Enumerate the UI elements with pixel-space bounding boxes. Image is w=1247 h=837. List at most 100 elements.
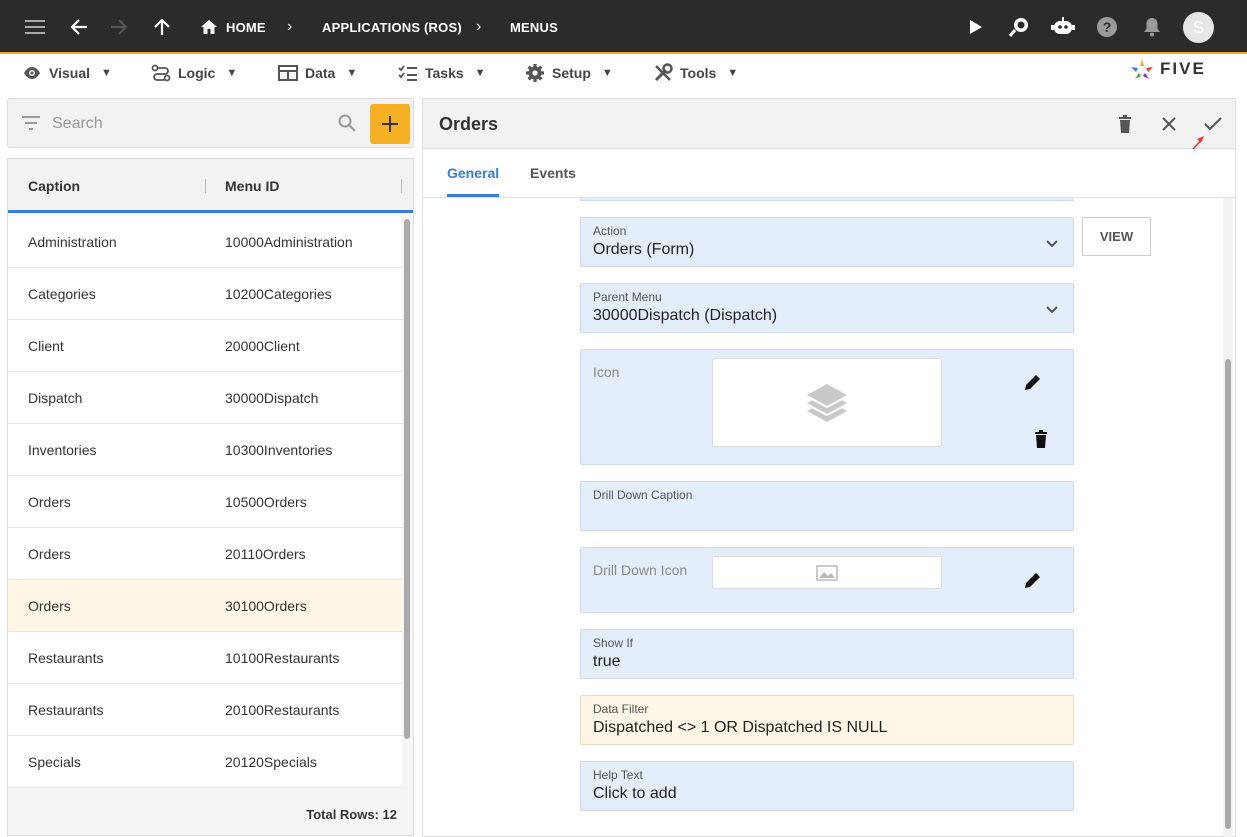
- show-if-field[interactable]: Show If true: [580, 629, 1074, 679]
- table-row[interactable]: Restaurants 10100Restaurants: [8, 632, 402, 684]
- row-menu-id: 10000Administration: [225, 234, 353, 250]
- parent-menu-field[interactable]: Parent Menu 30000Dispatch (Dispatch): [580, 283, 1074, 333]
- menu-logic[interactable]: Logic ▼: [151, 62, 237, 84]
- table-row[interactable]: Inventories 10300Inventories: [8, 424, 402, 476]
- svg-text:?: ?: [1103, 19, 1112, 35]
- row-caption: Specials: [28, 754, 81, 770]
- table-row[interactable]: Orders 30100Orders: [8, 580, 402, 632]
- user-avatar[interactable]: S: [1183, 12, 1214, 43]
- search-bar: [7, 98, 414, 148]
- menu-tools[interactable]: Tools ▼: [653, 62, 738, 84]
- list-rows: Administration 10000Administration Categor…: [8, 216, 402, 788]
- data-filter-field[interactable]: Data Filter Dispatched <> 1 OR Dispatche…: [580, 695, 1074, 745]
- table-row[interactable]: Administration 10000Administration: [8, 216, 402, 268]
- form-header: Orders: [423, 99, 1235, 156]
- column-header-menu-id[interactable]: Menu ID: [225, 178, 279, 194]
- caret-down-icon: ▼: [226, 67, 238, 79]
- delete-icon[interactable]: [1029, 427, 1053, 451]
- edit-pencil-icon[interactable]: [1021, 370, 1045, 394]
- caret-down-icon: ▼: [101, 67, 112, 79]
- menu-visual[interactable]: Visual ▼: [22, 62, 112, 84]
- icon-label: Icon: [593, 364, 620, 380]
- hamburger-menu-icon[interactable]: [20, 12, 50, 42]
- row-menu-id: 20110Orders: [225, 546, 306, 562]
- caret-down-icon: ▼: [601, 67, 613, 79]
- save-check-icon[interactable]: [1201, 112, 1225, 136]
- breadcrumb-home[interactable]: HOME: [226, 20, 266, 35]
- menu-bar: Visual ▼ Logic ▼ Data ▼ Tasks ▼ Setup ▼ Tools…: [0, 54, 1247, 94]
- row-menu-id: 20120Specials: [225, 754, 317, 770]
- view-button[interactable]: VIEW: [1082, 217, 1151, 256]
- drill-down-icon-label: Drill Down Icon: [593, 562, 688, 578]
- edit-pencil-icon[interactable]: [1021, 568, 1045, 592]
- help-icon[interactable]: ?: [1092, 12, 1122, 42]
- table-row[interactable]: Dispatch 30000Dispatch: [8, 372, 402, 424]
- table-row[interactable]: Orders 20110Orders: [8, 528, 402, 580]
- menu-tools-label: Tools: [680, 65, 717, 81]
- icon-preview: [712, 358, 942, 447]
- row-caption: Client: [28, 338, 64, 354]
- table-row[interactable]: Restaurants 20100Restaurants: [8, 684, 402, 736]
- row-caption: Inventories: [28, 442, 97, 458]
- search-input[interactable]: [52, 113, 322, 135]
- form-tabs: General Events: [423, 149, 1235, 198]
- table-icon: [278, 65, 298, 81]
- row-menu-id: 30100Orders: [225, 598, 307, 614]
- form-panel: Orders General Events Action Orders (For…: [422, 98, 1236, 837]
- close-icon[interactable]: [1157, 112, 1181, 136]
- column-header-caption[interactable]: Caption: [28, 178, 80, 194]
- home-icon[interactable]: [194, 12, 224, 42]
- chatbot-icon[interactable]: [1048, 12, 1078, 42]
- play-icon[interactable]: [961, 12, 991, 42]
- row-menu-id: 10300Inventories: [225, 442, 333, 458]
- menu-setup[interactable]: Setup ▼: [525, 62, 613, 84]
- row-caption: Categories: [28, 286, 96, 302]
- chevron-down-icon[interactable]: [1045, 236, 1059, 250]
- table-row[interactable]: Categories 10200Categories: [8, 268, 402, 320]
- forward-arrow-icon[interactable]: [104, 12, 134, 42]
- row-caption: Orders: [28, 598, 71, 614]
- filter-icon: [22, 116, 40, 130]
- show-if-label: Show If: [593, 636, 634, 650]
- menu-setup-label: Setup: [552, 65, 591, 81]
- action-label: Action: [593, 224, 627, 238]
- up-arrow-icon[interactable]: [147, 12, 177, 42]
- five-logo: FIVE: [1130, 58, 1206, 80]
- tools-icon: [654, 63, 673, 82]
- breadcrumb-applications[interactable]: APPLICATIONS (ROS): [322, 20, 462, 35]
- row-menu-id: 10200Categories: [225, 286, 332, 302]
- action-field[interactable]: Action Orders (Form): [580, 217, 1074, 267]
- form-scrollbar[interactable]: [1225, 359, 1231, 829]
- row-caption: Restaurants: [28, 650, 104, 666]
- action-value: Orders (Form): [593, 241, 695, 258]
- notification-bell-icon[interactable]: [1137, 12, 1167, 42]
- table-row[interactable]: Specials 20120Specials: [8, 736, 402, 788]
- add-button[interactable]: [370, 104, 410, 144]
- list-scrollbar[interactable]: [404, 219, 410, 739]
- tab-events[interactable]: Events: [530, 165, 576, 181]
- table-row[interactable]: Orders 10500Orders: [8, 476, 402, 528]
- chevron-down-icon[interactable]: [1045, 302, 1059, 316]
- menu-data[interactable]: Data ▼: [278, 62, 357, 84]
- row-caption: Dispatch: [28, 390, 83, 406]
- help-text-field[interactable]: Help Text Click to add: [580, 761, 1074, 811]
- caret-down-icon: ▼: [474, 67, 486, 79]
- row-caption: Orders: [28, 494, 71, 510]
- search-icon[interactable]: [338, 114, 356, 132]
- row-caption: Restaurants: [28, 702, 104, 718]
- drill-down-caption-field[interactable]: Drill Down Caption: [580, 481, 1074, 531]
- menu-visual-label: Visual: [49, 65, 90, 81]
- parent-menu-value: 30000Dispatch (Dispatch): [593, 307, 778, 324]
- table-row[interactable]: Client 20000Client: [8, 320, 402, 372]
- breadcrumb-menus: MENUS: [510, 20, 558, 35]
- help-text-value: Click to add: [593, 785, 677, 802]
- back-arrow-icon[interactable]: [64, 12, 94, 42]
- data-filter-value: Dispatched <> 1 OR Dispatched IS NULL: [593, 719, 888, 736]
- help-text-label: Help Text: [593, 768, 643, 782]
- row-caption: Administration: [28, 234, 117, 250]
- tab-general[interactable]: General: [447, 165, 499, 181]
- menu-tasks[interactable]: Tasks ▼: [398, 62, 486, 84]
- row-menu-id: 10500Orders: [225, 494, 307, 510]
- search-chat-icon[interactable]: [1004, 12, 1034, 42]
- delete-icon[interactable]: [1113, 112, 1137, 136]
